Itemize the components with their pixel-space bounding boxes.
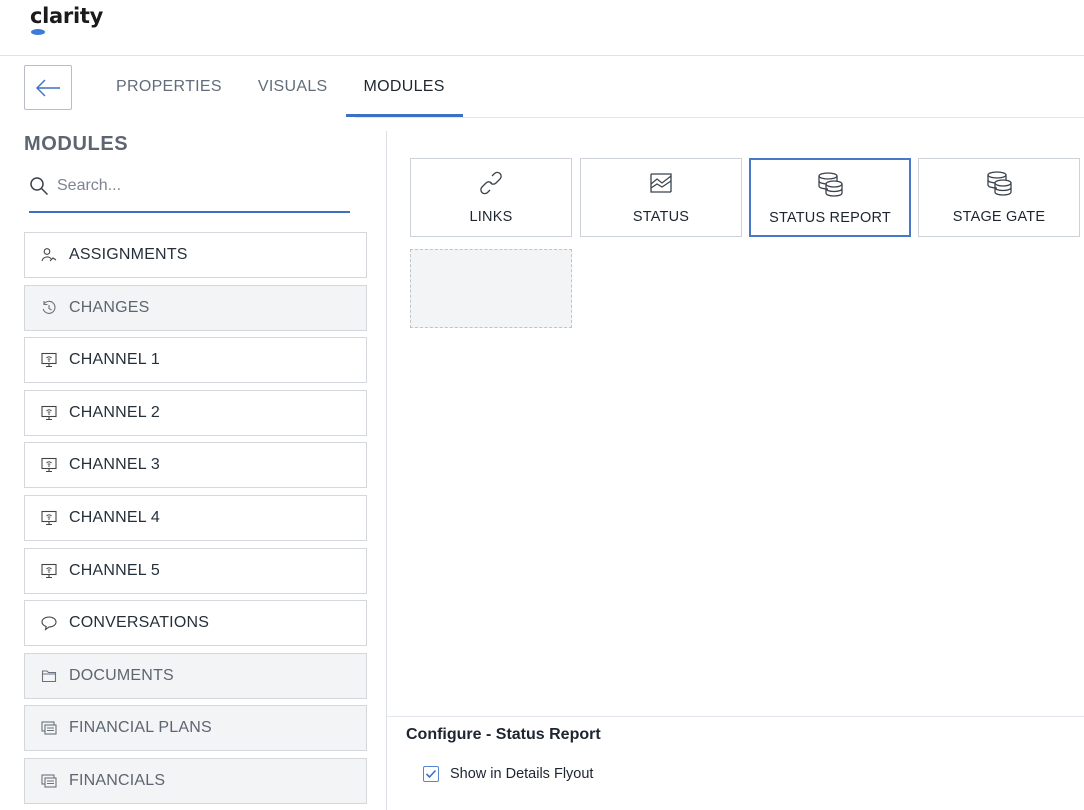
coins-icon [816, 170, 844, 198]
header-divider [0, 55, 1084, 56]
tab-bar: PROPERTIES VISUALS MODULES [98, 62, 464, 118]
financial-icon [40, 772, 58, 790]
arrow-left-icon [36, 79, 60, 96]
assignment-icon [40, 246, 58, 264]
search-input[interactable] [57, 177, 337, 195]
channel-icon [40, 404, 58, 422]
module-item-financials[interactable]: FINANCIALS [24, 757, 367, 804]
module-item-label: CHANNEL 4 [69, 508, 161, 526]
slot-label: STATUS [632, 209, 690, 225]
folder-icon [40, 667, 58, 685]
module-item-channel-4[interactable]: CHANNEL 4 [24, 494, 367, 541]
slot-stage-gate[interactable]: STAGE GATE [918, 158, 1080, 237]
details-flyout-label: Show in Details Flyout [450, 766, 594, 782]
history-icon [40, 299, 58, 317]
module-item-label: CHANGES [69, 298, 150, 316]
details-flyout-checkbox[interactable] [423, 766, 439, 782]
module-item-conversations[interactable]: CONVERSATIONS [24, 600, 367, 647]
module-item-channel-1[interactable]: CHANNEL 1 [24, 337, 367, 384]
tab-properties[interactable]: PROPERTIES [98, 62, 240, 115]
module-item-channel-3[interactable]: CHANNEL 3 [24, 442, 367, 489]
module-item-label: CHANNEL 3 [69, 456, 161, 474]
module-item-channel-5[interactable]: CHANNEL 5 [24, 547, 367, 594]
tab-visuals[interactable]: VISUALS [240, 62, 346, 115]
module-item-label: CONVERSATIONS [69, 614, 210, 632]
config-title: Configure - Status Report [406, 726, 601, 743]
module-item-label: CHANNEL 2 [69, 403, 161, 421]
slot-status[interactable]: STATUS [580, 158, 742, 237]
details-flyout-option[interactable]: Show in Details Flyout [423, 766, 593, 782]
module-item-label: CHANNEL 1 [69, 351, 161, 369]
search-box [29, 161, 350, 213]
search-icon [30, 177, 49, 196]
module-item-documents[interactable]: DOCUMENTS [24, 652, 367, 699]
module-item-financial-plans[interactable]: FINANCIAL PLANS [24, 705, 367, 752]
module-item-label: DOCUMENTS [69, 666, 174, 684]
module-item-label: ASSIGNMENTS [69, 246, 188, 263]
slot-empty-dropzone[interactable] [410, 249, 572, 328]
module-item-changes[interactable]: CHANGES [24, 284, 367, 331]
logo-text: clarity [30, 4, 103, 28]
module-item-channel-2[interactable]: CHANNEL 2 [24, 389, 367, 436]
panel-divider [386, 131, 387, 810]
channel-icon [40, 509, 58, 527]
module-item-assignments[interactable]: ASSIGNMENTS [24, 232, 367, 278]
coins-icon [985, 169, 1013, 197]
speech-bubble-icon [40, 614, 58, 632]
module-item-label: FINANCIAL PLANS [69, 719, 212, 737]
back-button[interactable] [24, 65, 72, 110]
app-logo: clarity [30, 4, 103, 40]
slot-label: STAGE GATE [952, 209, 1046, 225]
slot-label: STATUS REPORT [769, 210, 891, 226]
tab-modules[interactable]: MODULES [345, 62, 464, 117]
checkmark-icon [425, 769, 437, 779]
area-chart-icon [649, 169, 673, 197]
channel-icon [40, 562, 58, 580]
module-item-label: FINANCIALS [69, 771, 166, 789]
channel-icon [40, 351, 58, 369]
channel-icon [40, 456, 58, 474]
slot-label: LINKS [469, 209, 513, 225]
link-icon [479, 169, 503, 197]
tabs-divider [355, 117, 1084, 118]
sidebar-title: MODULES [24, 133, 129, 155]
module-item-label: CHANNEL 5 [69, 561, 161, 579]
slot-status-report[interactable]: STATUS REPORT [749, 158, 911, 237]
logo-swoosh [31, 29, 45, 35]
module-list: ASSIGNMENTS CHANGES CHANNEL 1 CHANNEL 2 … [24, 232, 368, 810]
config-divider [386, 716, 1084, 717]
financial-icon [40, 719, 58, 737]
slot-links[interactable]: LINKS [410, 158, 572, 237]
